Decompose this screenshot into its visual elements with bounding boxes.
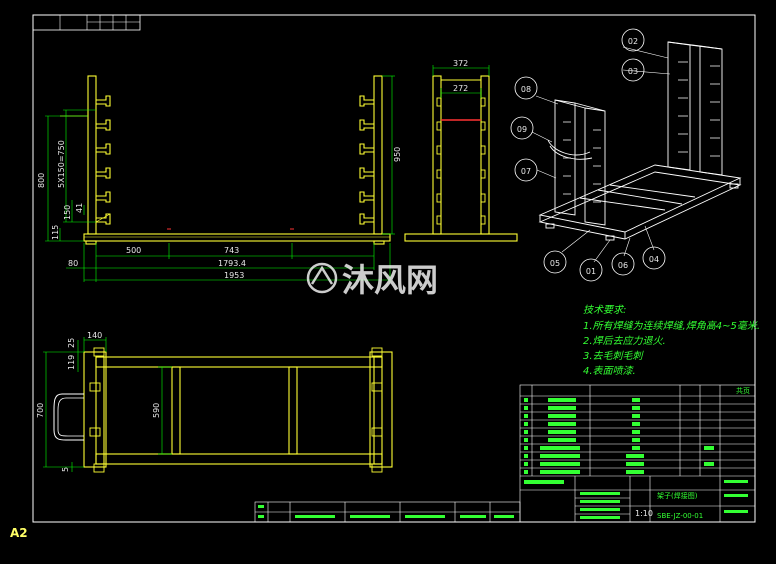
dim-25: 25 [67, 338, 76, 348]
dim-1793: 1793.4 [218, 259, 246, 268]
dim-272: 272 [453, 84, 468, 93]
dim-743: 743 [224, 246, 239, 255]
svg-text:01: 01 [586, 267, 596, 276]
front-view-dim-text: 800 5X150=750 150 115 41 500 743 1793.4 … [37, 140, 402, 280]
dim-700: 700 [36, 403, 45, 418]
note-3: 3.去毛刺毛刺 [583, 350, 645, 362]
svg-text:06: 06 [618, 261, 628, 270]
dim-150: 150 [63, 205, 72, 220]
dim-119: 119 [67, 355, 76, 370]
svg-text:03: 03 [628, 67, 638, 76]
dim-1953: 1953 [224, 271, 244, 280]
dim-372: 372 [453, 59, 468, 68]
right-arm-brackets [359, 95, 374, 225]
cad-canvas: 800 5X150=750 150 115 41 500 743 1793.4 … [32, 14, 760, 523]
dim-500: 500 [126, 246, 141, 255]
top-rail-upper [95, 356, 383, 368]
left-post [87, 75, 97, 235]
note-4: 4.表面喷漆. [583, 365, 636, 377]
dim-5: 5 [61, 467, 70, 472]
front-view [60, 75, 391, 245]
notes-title: 技术要求: [583, 304, 626, 316]
watermark-text: 沐风网 [342, 261, 438, 299]
side-view [404, 75, 518, 242]
drawing-sheet: 800 5X150=750 150 115 41 500 743 1793.4 … [0, 0, 776, 560]
cross-member-2 [288, 366, 298, 455]
base-rail [83, 233, 391, 242]
dim-5x150: 5X150=750 [57, 140, 66, 188]
callout-07: 07 [514, 158, 538, 182]
dim-80: 80 [68, 259, 78, 268]
svg-text:02: 02 [628, 37, 638, 46]
dim-590: 590 [152, 403, 161, 418]
callout-09: 09 [510, 116, 534, 140]
drawing-title: 架子(焊接图) [657, 491, 698, 500]
side-base [404, 233, 518, 242]
title-box-top-left [32, 14, 141, 31]
svg-text:04: 04 [649, 255, 659, 264]
top-rail-lower [95, 453, 383, 465]
dim-115: 115 [51, 225, 60, 240]
callout-05: 05 [543, 250, 567, 274]
callout-08: 08 [514, 76, 538, 100]
dim-140: 140 [87, 331, 102, 340]
svg-text:05: 05 [550, 259, 560, 268]
bom-header-right: 共页 [736, 386, 750, 395]
svg-text:08: 08 [521, 85, 531, 94]
callout-01: 01 [579, 258, 603, 282]
front-view-dimensions [45, 75, 395, 282]
drawing-scale: 1:10 [635, 509, 653, 518]
top-view [83, 347, 393, 473]
svg-text:07: 07 [521, 167, 531, 176]
callout-leaders [531, 46, 671, 263]
note-1: 1.所有焊缝为连续焊缝,焊角高4~5毫米. [583, 320, 760, 332]
right-post [373, 75, 383, 235]
cross-member-1 [171, 366, 181, 455]
bom-row-marks [258, 398, 748, 519]
dim-800: 800 [37, 173, 46, 188]
callout-04: 04 [642, 246, 666, 270]
note-2: 2.焊后去应力退火. [583, 335, 666, 347]
drawing-number: SBE-JZ-00-01 [657, 512, 703, 520]
dim-950: 950 [393, 147, 402, 162]
left-arm-brackets [96, 95, 111, 225]
callout-balloons: 02 03 08 09 07 05 01 06 04 [510, 28, 666, 282]
sheet-size-label: A2 [10, 526, 28, 540]
dim-41: 41 [75, 203, 84, 213]
svg-text:09: 09 [517, 125, 527, 134]
callout-06: 06 [611, 252, 635, 276]
callout-02: 02 [621, 28, 645, 52]
technical-notes: 技术要求: 1.所有焊缝为连续焊缝,焊角高4~5毫米. 2.焊后去应力退火. 3… [583, 304, 760, 377]
